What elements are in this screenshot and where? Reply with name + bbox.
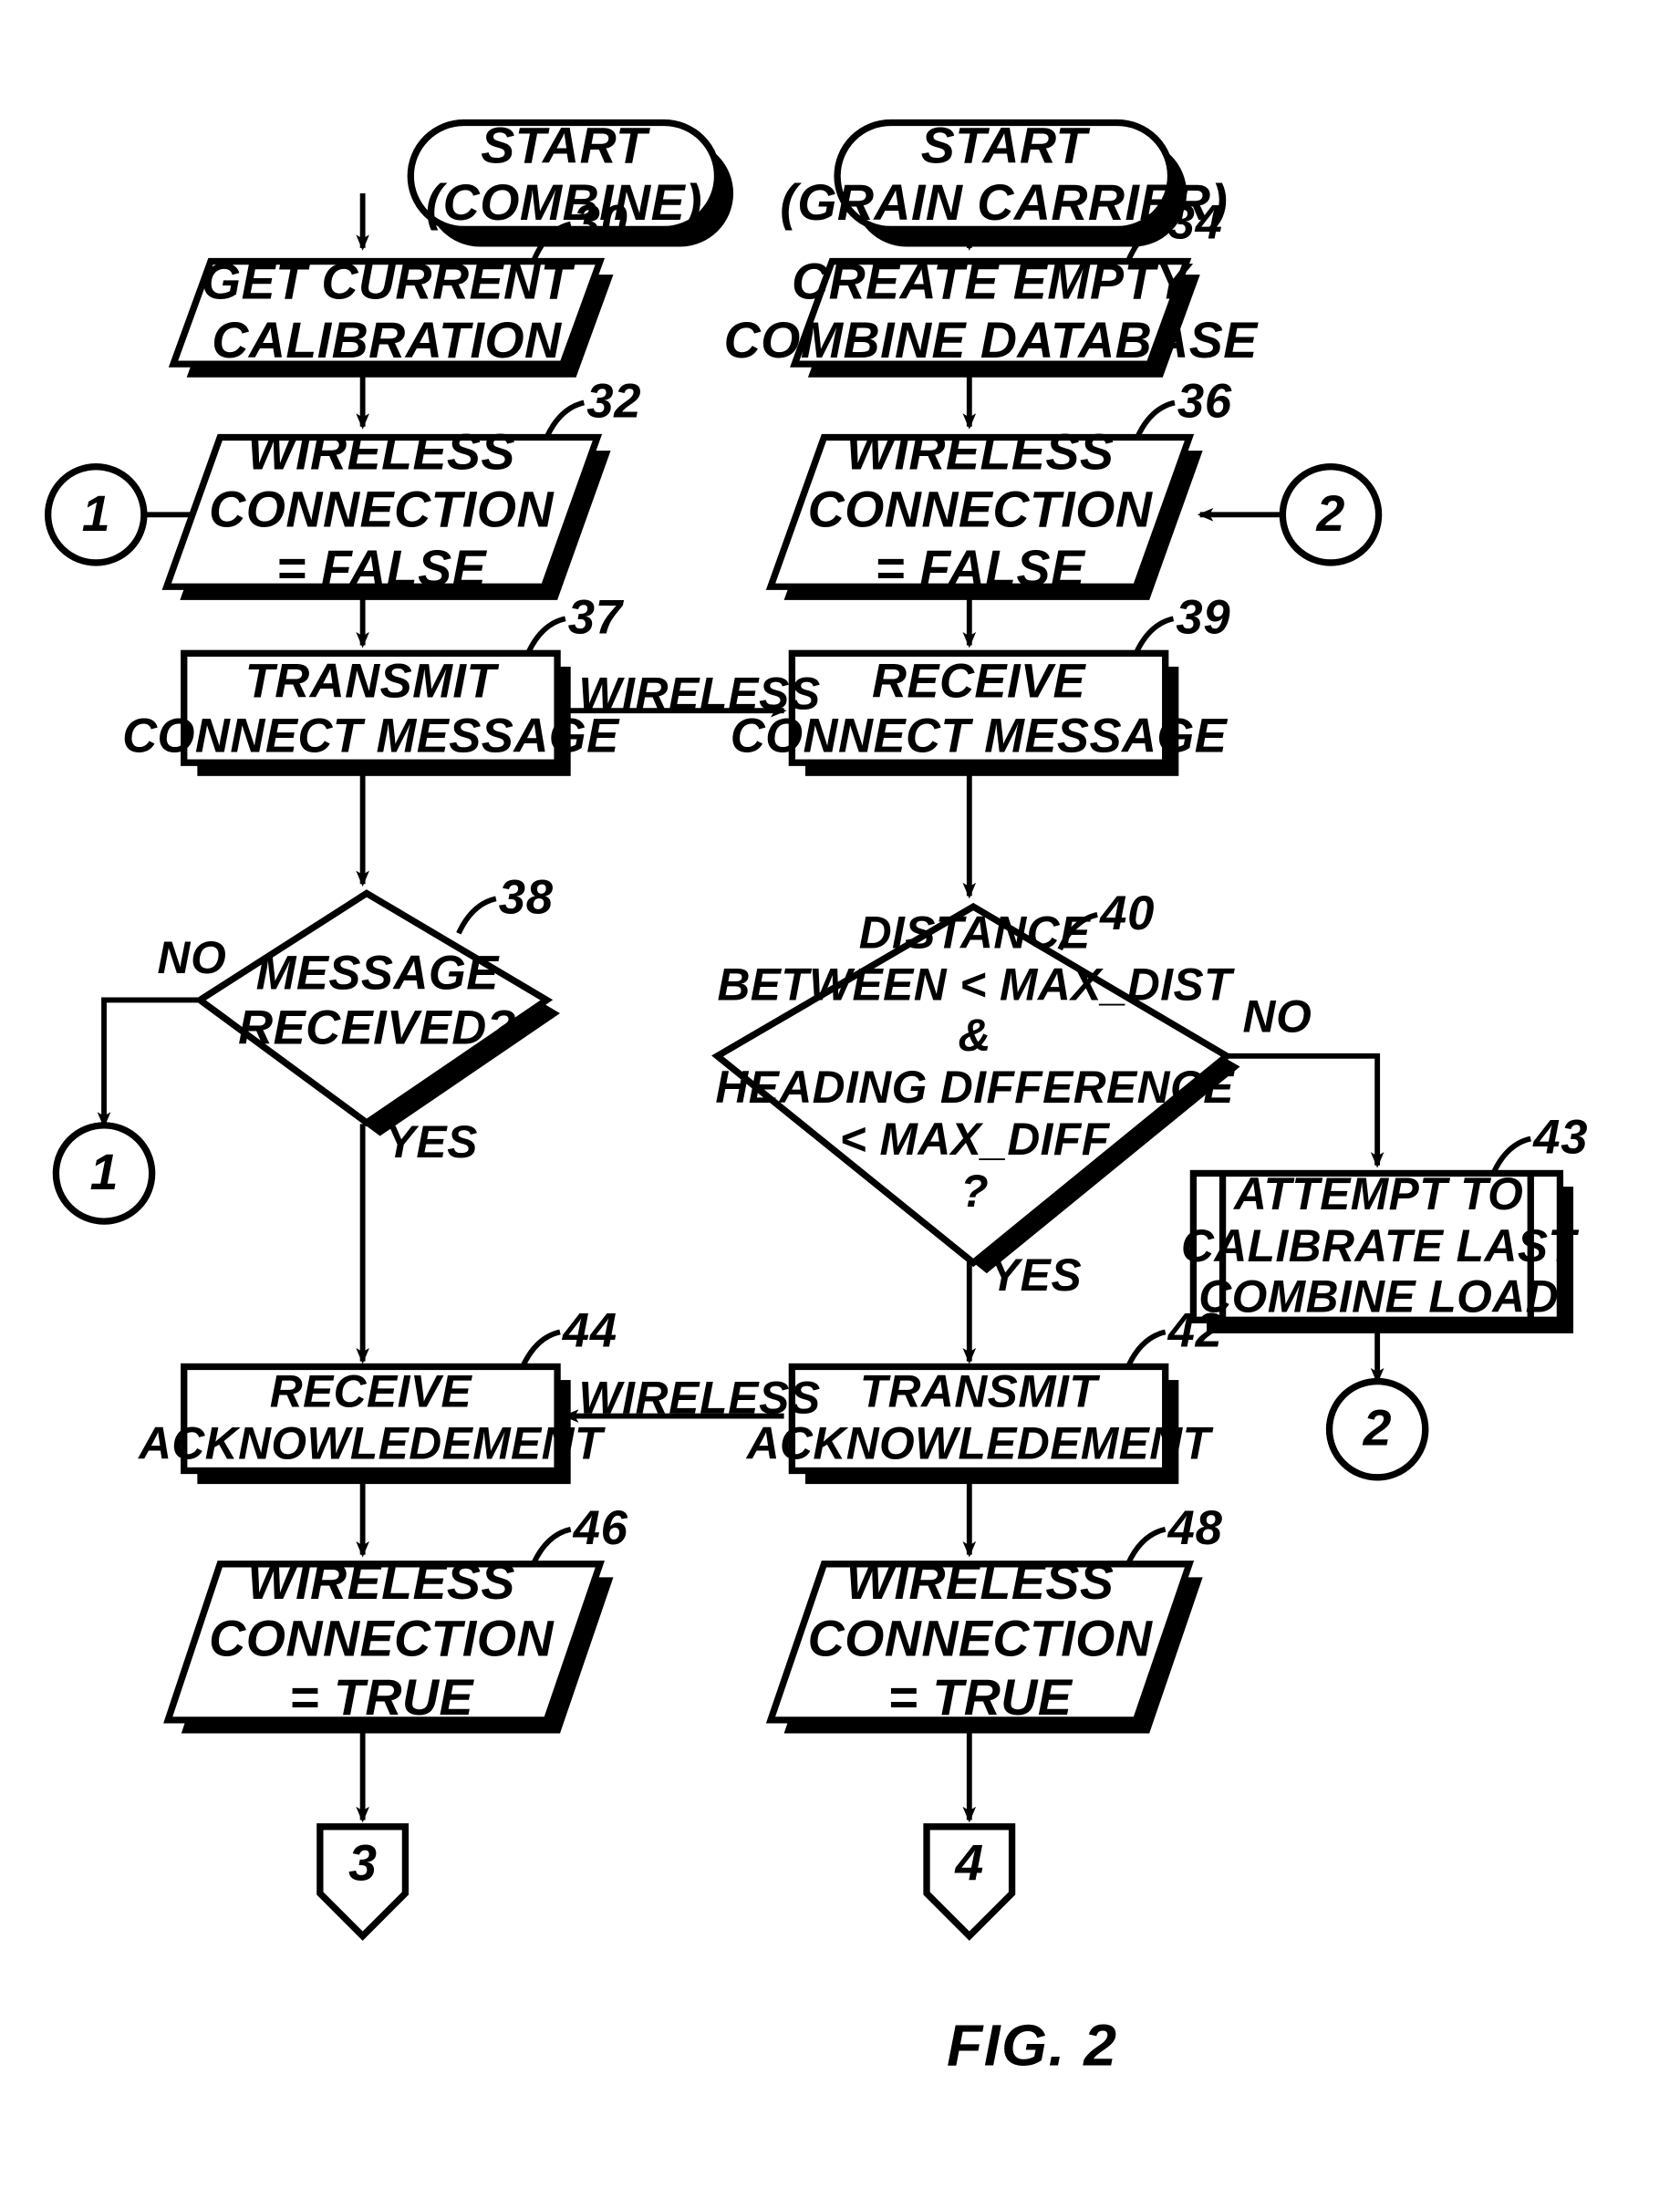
node-message-received-decision (193, 889, 554, 1127)
ref-number-39: 39 (1176, 589, 1231, 645)
node-receive-connect-message (788, 649, 1169, 766)
edge-label-yes-right: YES (989, 1250, 1083, 1302)
node-distance-heading-decision (711, 902, 1233, 1268)
node-start-combine (407, 119, 721, 233)
node-start-grain-carrier (834, 119, 1175, 233)
node-transmit-connect-message (181, 649, 561, 766)
figure-caption: FIG. 2 (946, 2013, 1118, 2079)
node-attempt-calibrate-last-combine-load (1189, 1169, 1564, 1323)
connector-label-in-2: 2 (1316, 485, 1345, 543)
ref-number-44: 44 (562, 1302, 617, 1358)
connector-label-out-2: 2 (1363, 1400, 1392, 1457)
ref-number-34: 34 (1167, 194, 1223, 250)
node-get-current-calibration (168, 257, 606, 368)
ref-number-32: 32 (586, 373, 642, 429)
ref-number-37: 37 (567, 589, 623, 645)
edge-label-wireless-bottom: WIRELESS (578, 1373, 821, 1425)
node-wireless-connection-false-right (765, 433, 1195, 590)
ref-number-43: 43 (1533, 1109, 1589, 1165)
node-transmit-acknowledgement (788, 1363, 1169, 1475)
ref-number-40: 40 (1100, 885, 1156, 940)
ref-number-36: 36 (1177, 373, 1232, 429)
ref-number-30: 30 (573, 194, 628, 250)
ref-number-38: 38 (498, 869, 554, 925)
ref-number-48: 48 (1167, 1499, 1223, 1555)
connector-label-in-1: 1 (81, 485, 110, 543)
edge-label-no-right: NO (1242, 991, 1312, 1043)
connector-label-out-3: 3 (348, 1835, 378, 1892)
edge-label-yes-left: YES (385, 1117, 479, 1168)
edge-label-no-left: NO (157, 933, 227, 984)
node-receive-acknowledgement (181, 1363, 561, 1475)
node-wireless-connection-true-right (765, 1561, 1195, 1724)
node-wireless-connection-true-left (163, 1561, 605, 1724)
ref-number-46: 46 (573, 1499, 628, 1555)
flowchart-canvas (44, 119, 1574, 1941)
connector-label-out-1: 1 (89, 1145, 119, 1201)
node-wireless-connection-false-left (161, 433, 603, 590)
edge-label-wireless-top: WIRELESS (578, 669, 821, 721)
ref-number-42: 42 (1167, 1302, 1223, 1358)
node-create-empty-combine-database (790, 257, 1192, 368)
connector-label-out-4: 4 (955, 1835, 984, 1892)
patent-figure-page: START (COMBINE) START (GRAIN CARRIER) GE… (0, 0, 1680, 2209)
